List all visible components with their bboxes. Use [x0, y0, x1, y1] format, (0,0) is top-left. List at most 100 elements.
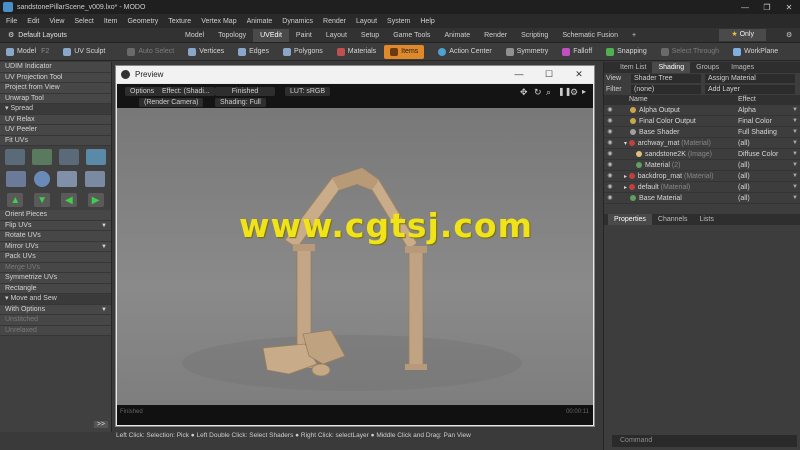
- cube-icon[interactable]: [85, 149, 106, 165]
- menu-system[interactable]: System: [387, 18, 410, 25]
- shader-row-effect[interactable]: Full Shading: [738, 127, 792, 137]
- shader-row-effect[interactable]: Final Color: [738, 116, 792, 126]
- arrow-down-icon[interactable]: ▼: [34, 193, 51, 207]
- tab-properties[interactable]: Properties: [608, 214, 652, 225]
- snapping-button[interactable]: Snapping: [600, 45, 653, 59]
- mirror-uvs-button[interactable]: Mirror UVs ▼: [0, 241, 111, 252]
- uv-sculpt-button[interactable]: UV Sculpt: [57, 45, 111, 59]
- tab-animate[interactable]: Animate: [437, 29, 477, 42]
- filter-dropdown[interactable]: (none): [631, 85, 701, 94]
- tab-setup[interactable]: Setup: [354, 29, 386, 42]
- transform-icon[interactable]: [5, 149, 26, 165]
- menu-texture[interactable]: Texture: [168, 18, 191, 25]
- move-icon[interactable]: ✥: [520, 87, 528, 98]
- menu-file[interactable]: File: [6, 18, 17, 25]
- shader-row-effect[interactable]: (all): [738, 193, 792, 203]
- default-layouts-dropdown[interactable]: ⚙ Default Layouts: [0, 31, 120, 40]
- tab-paint[interactable]: Paint: [289, 29, 319, 42]
- polygons-button[interactable]: Polygons: [277, 45, 329, 59]
- add-layer-button[interactable]: Add Layer: [705, 85, 795, 94]
- menu-select[interactable]: Select: [74, 18, 93, 25]
- tab-images[interactable]: Images: [725, 62, 760, 73]
- preview-menu-arrow-icon[interactable]: ▸: [582, 87, 586, 96]
- menu-item[interactable]: Item: [104, 18, 118, 25]
- fit-uvs-button[interactable]: Fit UVs: [0, 135, 111, 146]
- effect-dropdown-icon[interactable]: ▼: [792, 182, 800, 192]
- expand-chevron-icon[interactable]: ▾: [624, 141, 629, 147]
- pack-uvs-button[interactable]: Pack UVs: [0, 252, 111, 263]
- zoom-icon[interactable]: ⌕: [546, 87, 551, 98]
- view-dropdown[interactable]: Shader Tree: [631, 74, 701, 83]
- preview-options-button[interactable]: Options: [125, 87, 160, 96]
- render-camera-dropdown[interactable]: (Render Camera): [139, 98, 204, 107]
- close-icon[interactable]: ✕: [778, 3, 800, 12]
- tab-scripting[interactable]: Scripting: [514, 29, 555, 42]
- model-button[interactable]: Model F2: [0, 45, 55, 59]
- tab-channels[interactable]: Channels: [652, 214, 694, 225]
- menu-dynamics[interactable]: Dynamics: [282, 18, 313, 25]
- move-and-sew-section-header[interactable]: ▾ Move and Sew: [0, 294, 111, 305]
- expand-panel-button[interactable]: >>: [93, 421, 108, 428]
- add-tab-button[interactable]: +: [625, 29, 643, 42]
- shader-row-effect[interactable]: (all): [738, 171, 792, 181]
- shader-row[interactable]: ◉ Base Material (all) ▼: [604, 193, 800, 204]
- shading-dropdown[interactable]: Shading: Full: [215, 98, 266, 107]
- visibility-eye-icon[interactable]: ◉: [604, 105, 616, 115]
- shader-row[interactable]: ◉ Final Color Output Final Color ▼: [604, 116, 800, 127]
- effect-dropdown-icon[interactable]: ▼: [792, 149, 800, 159]
- effect-dropdown[interactable]: Effect: (Shadi...: [157, 87, 215, 96]
- effect-dropdown-icon[interactable]: ▼: [792, 138, 800, 148]
- effect-dropdown-icon[interactable]: ▼: [792, 105, 800, 115]
- rectangle-button[interactable]: Rectangle: [0, 283, 111, 294]
- visibility-eye-icon[interactable]: ◉: [604, 149, 616, 159]
- visibility-eye-icon[interactable]: ◉: [604, 193, 616, 203]
- tab-item-list[interactable]: Item List: [614, 62, 652, 73]
- preview-minimize-icon[interactable]: —: [504, 69, 534, 80]
- visibility-eye-icon[interactable]: ◉: [604, 138, 616, 148]
- tab-topology[interactable]: Topology: [211, 29, 253, 42]
- settings-gear-icon[interactable]: ⚙: [786, 31, 800, 39]
- arrow-left-icon[interactable]: ◀: [60, 193, 77, 207]
- render-viewport[interactable]: www.cgtsj.com: [117, 108, 593, 405]
- symmetry-button[interactable]: Symmetry: [500, 45, 555, 59]
- project-from-view-button[interactable]: Project from View: [0, 83, 111, 94]
- menu-animate[interactable]: Animate: [247, 18, 273, 25]
- visibility-eye-icon[interactable]: ◉: [604, 160, 616, 170]
- uv-relax-button[interactable]: UV Relax: [0, 114, 111, 125]
- visibility-eye-icon[interactable]: ◉: [604, 182, 616, 192]
- effect-dropdown-icon[interactable]: ▼: [792, 116, 800, 126]
- shader-row-effect[interactable]: Alpha: [738, 105, 792, 115]
- shader-row-effect[interactable]: (all): [738, 182, 792, 192]
- unwrap-tool-button[interactable]: Unwrap Tool: [0, 93, 111, 104]
- menu-vertex-map[interactable]: Vertex Map: [201, 18, 236, 25]
- expand-chevron-icon[interactable]: ▸: [624, 185, 629, 191]
- tab-layout[interactable]: Layout: [319, 29, 354, 42]
- effect-dropdown-icon[interactable]: ▼: [792, 160, 800, 170]
- arrow-up-icon[interactable]: ▲: [7, 193, 24, 207]
- effect-dropdown-icon[interactable]: ▼: [792, 127, 800, 137]
- visibility-eye-icon[interactable]: ◉: [604, 116, 616, 126]
- menu-render[interactable]: Render: [323, 18, 346, 25]
- tab-model[interactable]: Model: [178, 29, 211, 42]
- items-button[interactable]: Items: [384, 44, 425, 59]
- symmetrize-uvs-button[interactable]: Symmetrize UVs: [0, 273, 111, 284]
- uv-peeler-button[interactable]: UV Peeler: [0, 125, 111, 136]
- effect-dropdown-icon[interactable]: ▼: [792, 171, 800, 181]
- shader-row[interactable]: ◉ ▾ archway_mat (Material) (all) ▼: [604, 138, 800, 149]
- tab-render[interactable]: Render: [477, 29, 514, 42]
- refresh-icon[interactable]: ↻: [534, 87, 542, 98]
- orient-pieces-button[interactable]: Orient Pieces: [0, 210, 111, 221]
- plane-icon[interactable]: [57, 171, 78, 187]
- shader-row-effect[interactable]: Diffuse Color: [738, 149, 792, 159]
- shader-row[interactable]: ◉ Base Shader Full Shading ▼: [604, 127, 800, 138]
- only-toggle[interactable]: ★ Only: [719, 29, 766, 41]
- vertices-button[interactable]: Vertices: [182, 45, 230, 59]
- preview-maximize-icon[interactable]: ☐: [534, 69, 564, 80]
- shader-row-effect[interactable]: (all): [738, 160, 792, 170]
- expand-chevron-icon[interactable]: ▸: [624, 174, 629, 180]
- menu-geometry[interactable]: Geometry: [127, 18, 158, 25]
- flip-uvs-button[interactable]: Flip UVs ▼: [0, 220, 111, 231]
- select-through-button[interactable]: Select Through: [655, 45, 725, 59]
- visibility-eye-icon[interactable]: ◉: [604, 127, 616, 137]
- tab-lists[interactable]: Lists: [693, 214, 719, 225]
